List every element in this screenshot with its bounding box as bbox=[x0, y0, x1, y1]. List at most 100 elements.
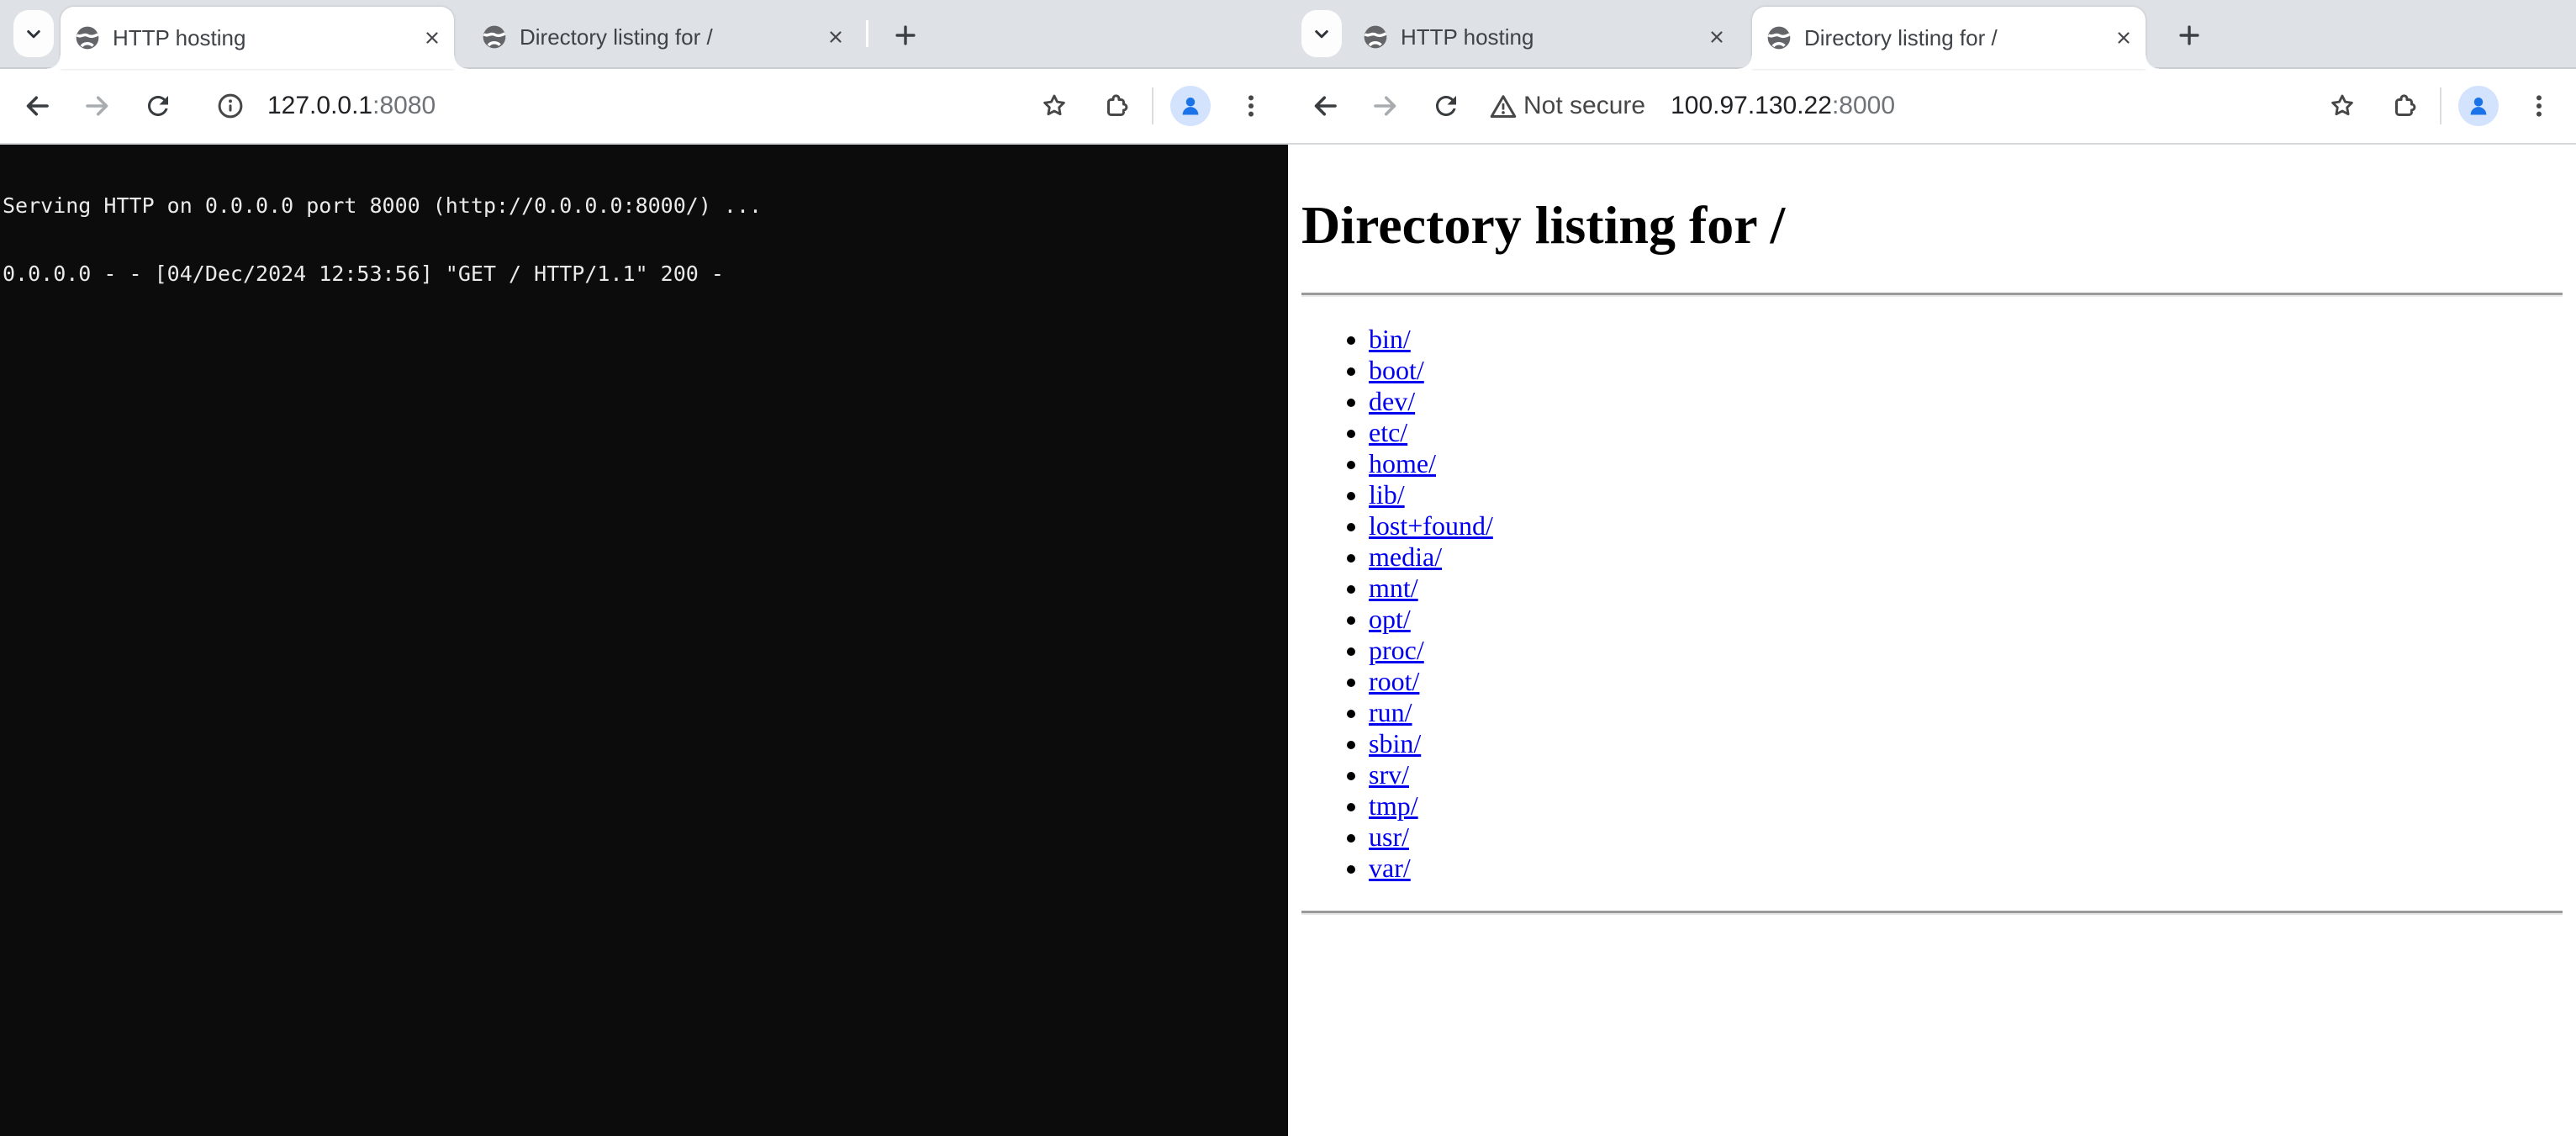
directory-link[interactable]: opt/ bbox=[1369, 604, 1411, 634]
directory-link[interactable]: boot/ bbox=[1369, 355, 1424, 385]
reload-icon bbox=[143, 91, 173, 121]
extensions-button[interactable] bbox=[2373, 76, 2433, 136]
directory-link[interactable]: run/ bbox=[1369, 697, 1412, 727]
toolbar-actions bbox=[2312, 76, 2569, 136]
directory-listing-page: Directory listing for / bin/ boot/ dev/ … bbox=[1288, 145, 2576, 1136]
tab-http-hosting[interactable]: HTTP hosting bbox=[1349, 7, 1739, 67]
plus-icon bbox=[891, 21, 920, 50]
reload-icon bbox=[1431, 91, 1461, 121]
address-bar[interactable]: 100.97.130.22:8000 bbox=[1671, 92, 1895, 120]
list-item: opt/ bbox=[1369, 604, 2563, 635]
menu-button[interactable] bbox=[2509, 76, 2569, 136]
forward-button[interactable] bbox=[1355, 76, 1416, 136]
not-secure-chip[interactable]: Not secure bbox=[1488, 91, 1645, 121]
directory-link[interactable]: etc/ bbox=[1369, 417, 1407, 447]
three-dots-icon bbox=[2524, 91, 2554, 121]
arrow-right-icon bbox=[82, 91, 113, 121]
directory-link[interactable]: media/ bbox=[1369, 542, 1442, 572]
list-item: dev/ bbox=[1369, 386, 2563, 417]
tab-close-button[interactable] bbox=[2110, 24, 2137, 51]
tab-directory-listing[interactable]: Directory listing for / bbox=[467, 7, 858, 67]
three-dots-icon bbox=[1236, 91, 1266, 121]
reload-button[interactable] bbox=[1416, 76, 1476, 136]
list-item: proc/ bbox=[1369, 635, 2563, 666]
page-info-button[interactable] bbox=[200, 76, 261, 136]
tab-title: HTTP hosting bbox=[1401, 24, 1703, 50]
tab-close-button[interactable] bbox=[822, 24, 849, 50]
tab-close-button[interactable] bbox=[1703, 24, 1730, 50]
list-item: sbin/ bbox=[1369, 728, 2563, 759]
warning-triangle-icon bbox=[1488, 91, 1518, 121]
url-host: 127.0.0.1 bbox=[267, 92, 372, 119]
profile-button[interactable] bbox=[1160, 76, 1221, 136]
tab-search-button[interactable] bbox=[1301, 10, 1342, 57]
tab-close-button[interactable] bbox=[419, 24, 446, 51]
directory-link[interactable]: mnt/ bbox=[1369, 573, 1418, 603]
list-item: tmp/ bbox=[1369, 790, 2563, 822]
tab-search-button[interactable] bbox=[13, 10, 54, 57]
new-tab-button[interactable] bbox=[2166, 12, 2213, 59]
directory-link[interactable]: tmp/ bbox=[1369, 790, 1418, 821]
back-button[interactable] bbox=[1295, 76, 1355, 136]
terminal-output: Serving HTTP on 0.0.0.0 port 8000 (http:… bbox=[0, 145, 1288, 1136]
arrow-left-icon bbox=[1310, 91, 1340, 121]
globe-favicon-icon bbox=[1766, 24, 1792, 51]
menu-button[interactable] bbox=[1221, 76, 1281, 136]
directory-link[interactable]: srv/ bbox=[1369, 759, 1409, 790]
tab-http-hosting[interactable]: HTTP hosting bbox=[61, 7, 454, 69]
forward-button[interactable] bbox=[67, 76, 128, 136]
left-toolbar: 127.0.0.1:8080 bbox=[0, 69, 1288, 145]
extensions-puzzle-icon bbox=[1100, 91, 1130, 121]
extensions-button[interactable] bbox=[1085, 76, 1145, 136]
directory-link[interactable]: proc/ bbox=[1369, 635, 1424, 665]
reload-button[interactable] bbox=[128, 76, 188, 136]
divider bbox=[1301, 293, 2563, 297]
list-item: bin/ bbox=[1369, 324, 2563, 355]
directory-link[interactable]: home/ bbox=[1369, 448, 1436, 478]
directory-link[interactable]: var/ bbox=[1369, 853, 1411, 883]
list-item: run/ bbox=[1369, 697, 2563, 728]
new-tab-button[interactable] bbox=[882, 12, 929, 59]
toolbar-actions bbox=[1024, 76, 1281, 136]
directory-link[interactable]: usr/ bbox=[1369, 822, 1409, 852]
url-port: :8080 bbox=[372, 92, 435, 119]
directory-link[interactable]: lost+found/ bbox=[1369, 510, 1493, 541]
person-icon bbox=[1178, 93, 1203, 119]
back-button[interactable] bbox=[7, 76, 67, 136]
bookmark-button[interactable] bbox=[2312, 76, 2373, 136]
arrow-left-icon bbox=[22, 91, 52, 121]
right-tab-strip: HTTP hosting Directory listing for / bbox=[1288, 0, 2576, 69]
globe-favicon-icon bbox=[1362, 24, 1389, 50]
terminal-line: Serving HTTP on 0.0.0.0 port 8000 (http:… bbox=[3, 194, 1288, 217]
plus-icon bbox=[2175, 21, 2204, 50]
tab-title: Directory listing for / bbox=[1804, 25, 2110, 51]
right-toolbar: Not secure 100.97.130.22:8000 bbox=[1288, 69, 2576, 145]
avatar bbox=[1170, 86, 1211, 126]
tab-divider bbox=[866, 20, 868, 47]
list-item: etc/ bbox=[1369, 417, 2563, 448]
person-icon bbox=[2466, 93, 2491, 119]
arrow-right-icon bbox=[1370, 91, 1401, 121]
directory-link[interactable]: root/ bbox=[1369, 666, 1419, 696]
left-tab-strip: HTTP hosting Directory listing for / bbox=[0, 0, 1288, 69]
profile-button[interactable] bbox=[2448, 76, 2509, 136]
address-bar[interactable]: 127.0.0.1:8080 bbox=[267, 92, 435, 120]
url-port: :8000 bbox=[1832, 92, 1895, 119]
screen: HTTP hosting Directory listing for / 127… bbox=[0, 0, 2576, 1136]
right-browser-window: HTTP hosting Directory listing for / Not… bbox=[1288, 0, 2576, 1136]
close-icon bbox=[826, 27, 846, 47]
close-icon bbox=[1707, 27, 1727, 47]
tab-directory-listing[interactable]: Directory listing for / bbox=[1752, 7, 2146, 69]
directory-link[interactable]: bin/ bbox=[1369, 324, 1411, 354]
extensions-puzzle-icon bbox=[2388, 91, 2418, 121]
chevron-down-icon bbox=[1309, 21, 1334, 46]
list-item: lib/ bbox=[1369, 479, 2563, 510]
directory-link[interactable]: dev/ bbox=[1369, 386, 1415, 416]
bookmark-button[interactable] bbox=[1024, 76, 1085, 136]
list-item: root/ bbox=[1369, 666, 2563, 697]
divider bbox=[1301, 911, 2563, 915]
list-item: srv/ bbox=[1369, 759, 2563, 790]
directory-link[interactable]: sbin/ bbox=[1369, 728, 1421, 758]
star-icon bbox=[1039, 91, 1069, 121]
directory-link[interactable]: lib/ bbox=[1369, 479, 1405, 510]
